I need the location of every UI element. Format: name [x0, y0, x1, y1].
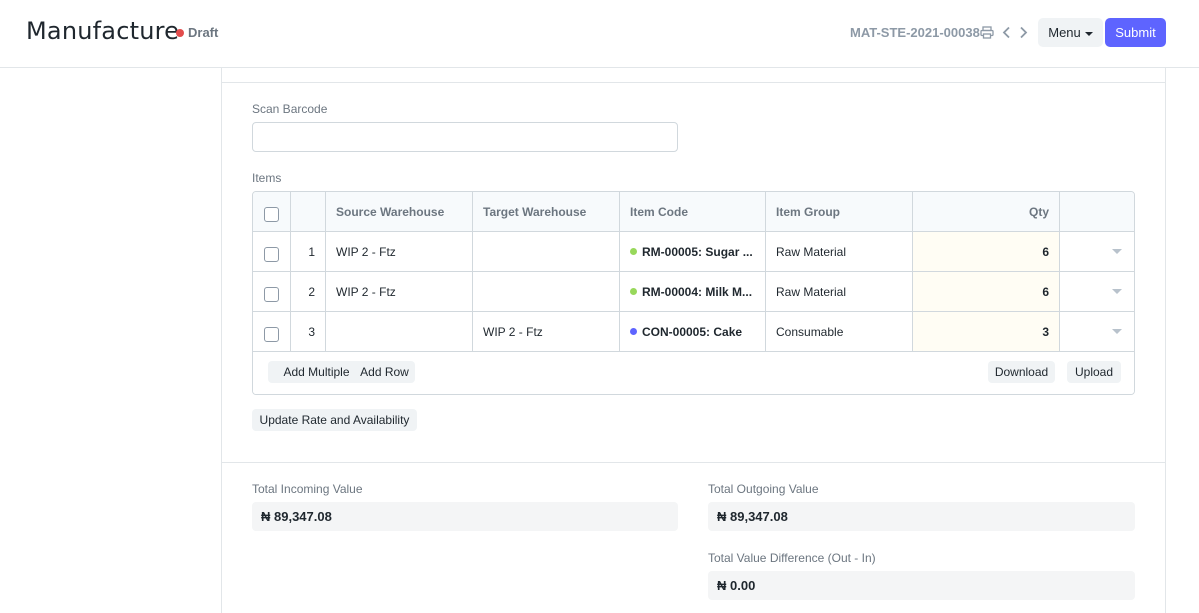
item-status-dot-icon [630, 288, 637, 295]
target-warehouse-cell[interactable] [473, 272, 620, 311]
table-row[interactable]: 1 WIP 2 - Ftz RM-00005: Sugar ... Raw Ma… [253, 232, 1134, 272]
row-actions-cell[interactable] [1060, 232, 1134, 271]
item-code-cell[interactable]: RM-00004: Milk M... [620, 272, 766, 311]
menu-button-label: Menu [1048, 25, 1081, 40]
table-row[interactable]: 3 WIP 2 - Ftz CON-00005: Cake Consumable… [253, 312, 1134, 352]
source-warehouse-cell[interactable] [326, 312, 473, 351]
qty-cell[interactable]: 6 [913, 272, 1060, 311]
row-index: 2 [291, 272, 326, 311]
status-dot-icon [176, 28, 184, 37]
header-qty: Qty [913, 192, 1060, 231]
item-code-cell[interactable]: RM-00005: Sugar ... [620, 232, 766, 271]
total-incoming-label: Total Incoming Value [252, 482, 363, 496]
upload-button[interactable]: Upload [1067, 361, 1121, 383]
total-incoming-value: ₦ 89,347.08 [252, 502, 678, 531]
item-code-text: CON-00005: Cake [642, 324, 743, 339]
scan-barcode-input[interactable] [252, 122, 678, 152]
table-row[interactable]: 2 WIP 2 - Ftz RM-00004: Milk M... Raw Ma… [253, 272, 1134, 312]
row-menu-caret-icon[interactable] [1112, 249, 1122, 254]
target-warehouse-cell[interactable] [473, 232, 620, 271]
header-target-warehouse: Target Warehouse [473, 192, 620, 231]
table-header: Source Warehouse Target Warehouse Item C… [253, 192, 1134, 232]
item-group-cell[interactable]: Raw Material [766, 272, 913, 311]
row-menu-caret-icon[interactable] [1112, 329, 1122, 334]
qty-cell[interactable]: 3 [913, 312, 1060, 351]
row-actions-cell[interactable] [1060, 312, 1134, 351]
total-difference-value: ₦ 0.00 [708, 571, 1135, 600]
header-index [291, 192, 326, 231]
select-all-checkbox[interactable] [264, 207, 279, 222]
source-warehouse-cell[interactable]: WIP 2 - Ftz [326, 272, 473, 311]
items-label: Items [252, 171, 282, 185]
download-button[interactable]: Download [988, 361, 1055, 383]
header-item-code: Item Code [620, 192, 766, 231]
row-select-cell [253, 272, 291, 311]
add-multiple-button[interactable]: Add Multiple [268, 361, 365, 383]
row-select-cell [253, 232, 291, 271]
caret-down-icon [1084, 31, 1093, 36]
header-item-group: Item Group [766, 192, 913, 231]
status-indicator: Draft [176, 25, 218, 40]
header-source-warehouse: Source Warehouse [326, 192, 473, 231]
row-actions-cell[interactable] [1060, 272, 1134, 311]
page-title: Manufacture [26, 17, 180, 45]
row-index: 3 [291, 312, 326, 351]
document-id: MAT-STE-2021-00038 [850, 25, 980, 40]
select-all-cell [253, 192, 291, 231]
source-warehouse-cell[interactable]: WIP 2 - Ftz [326, 232, 473, 271]
section-divider [221, 462, 1166, 463]
row-menu-caret-icon[interactable] [1112, 289, 1122, 294]
page-header: Manufacture Draft MAT-STE-2021-00038 Men… [0, 0, 1199, 68]
row-select-cell [253, 312, 291, 351]
menu-button[interactable]: Menu [1038, 18, 1103, 47]
chevron-left-icon[interactable] [998, 22, 1014, 42]
row-checkbox[interactable] [264, 247, 279, 262]
status-label: Draft [188, 25, 219, 40]
update-rate-button[interactable]: Update Rate and Availability [252, 409, 417, 431]
item-group-cell[interactable]: Consumable [766, 312, 913, 351]
submit-button[interactable]: Submit [1105, 18, 1166, 47]
table-footer: Add Multiple Add Row Download Upload [253, 352, 1134, 394]
item-code-text: RM-00004: Milk M... [642, 284, 753, 299]
row-checkbox[interactable] [264, 287, 279, 302]
card-top-frame [221, 68, 1166, 82]
add-row-button[interactable]: Add Row [354, 361, 415, 383]
item-code-text: RM-00005: Sugar ... [642, 244, 753, 259]
row-index: 1 [291, 232, 326, 271]
item-status-dot-icon [630, 248, 637, 255]
scan-barcode-label: Scan Barcode [252, 102, 328, 116]
printer-icon[interactable] [979, 22, 995, 42]
header-actions [1060, 192, 1134, 231]
total-outgoing-value: ₦ 89,347.08 [708, 502, 1135, 531]
chevron-right-icon[interactable] [1015, 22, 1031, 42]
item-group-cell[interactable]: Raw Material [766, 232, 913, 271]
items-table: Source Warehouse Target Warehouse Item C… [252, 191, 1135, 395]
qty-cell[interactable]: 6 [913, 232, 1060, 271]
total-difference-label: Total Value Difference (Out - In) [708, 551, 876, 565]
item-status-dot-icon [630, 328, 637, 335]
item-code-cell[interactable]: CON-00005: Cake [620, 312, 766, 351]
row-checkbox[interactable] [264, 327, 279, 342]
target-warehouse-cell[interactable]: WIP 2 - Ftz [473, 312, 620, 351]
total-outgoing-label: Total Outgoing Value [708, 482, 819, 496]
